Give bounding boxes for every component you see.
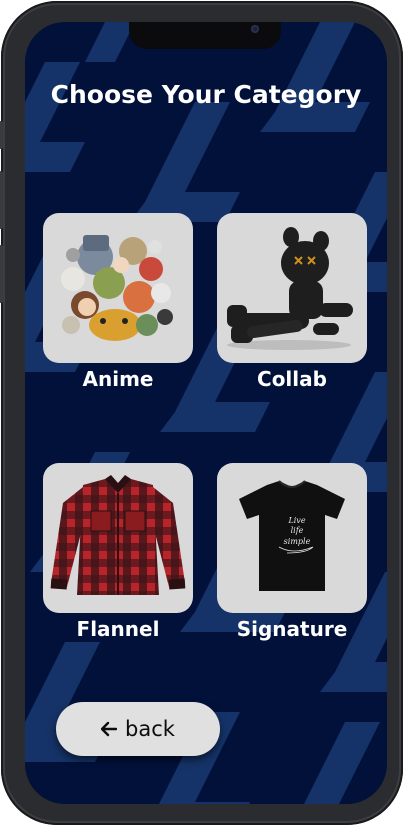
phone-volume-down-button [0,245,3,303]
back-button-label: back [125,717,175,741]
phone-volume-up-button [0,171,3,229]
anime-collage-image[interactable] [43,213,193,363]
category-card-anime[interactable]: Anime [43,213,193,391]
category-label-anime[interactable]: Anime [43,367,193,391]
background-pattern [25,22,387,804]
phone-frame: Choose Your Category Anime Collab Flanne… [0,1,403,825]
signature-tshirt-image[interactable]: Live life simple [217,463,367,613]
phone-action-button [0,121,3,149]
tshirt-print-line-2: life [291,526,304,535]
category-card-collab[interactable]: Collab [217,213,367,391]
page-title: Choose Your Category [50,80,362,109]
category-card-flannel[interactable]: Flannel [43,463,193,641]
app-screen: Choose Your Category Anime Collab Flanne… [25,22,387,804]
category-label-signature[interactable]: Signature [217,617,367,641]
tshirt-print-line-3: simple [284,537,311,546]
category-label-collab[interactable]: Collab [217,367,367,391]
category-card-signature[interactable]: Live life simple Signature [217,463,367,641]
back-button[interactable]: back [56,702,220,756]
tshirt-print-line-1: Live [287,516,305,525]
category-label-flannel[interactable]: Flannel [43,617,193,641]
kaws-figure-image[interactable] [217,213,367,363]
flannel-shirt-image[interactable] [43,463,193,613]
phone-notch [129,22,281,49]
front-camera [251,25,259,33]
arrow-left-icon [101,721,118,737]
